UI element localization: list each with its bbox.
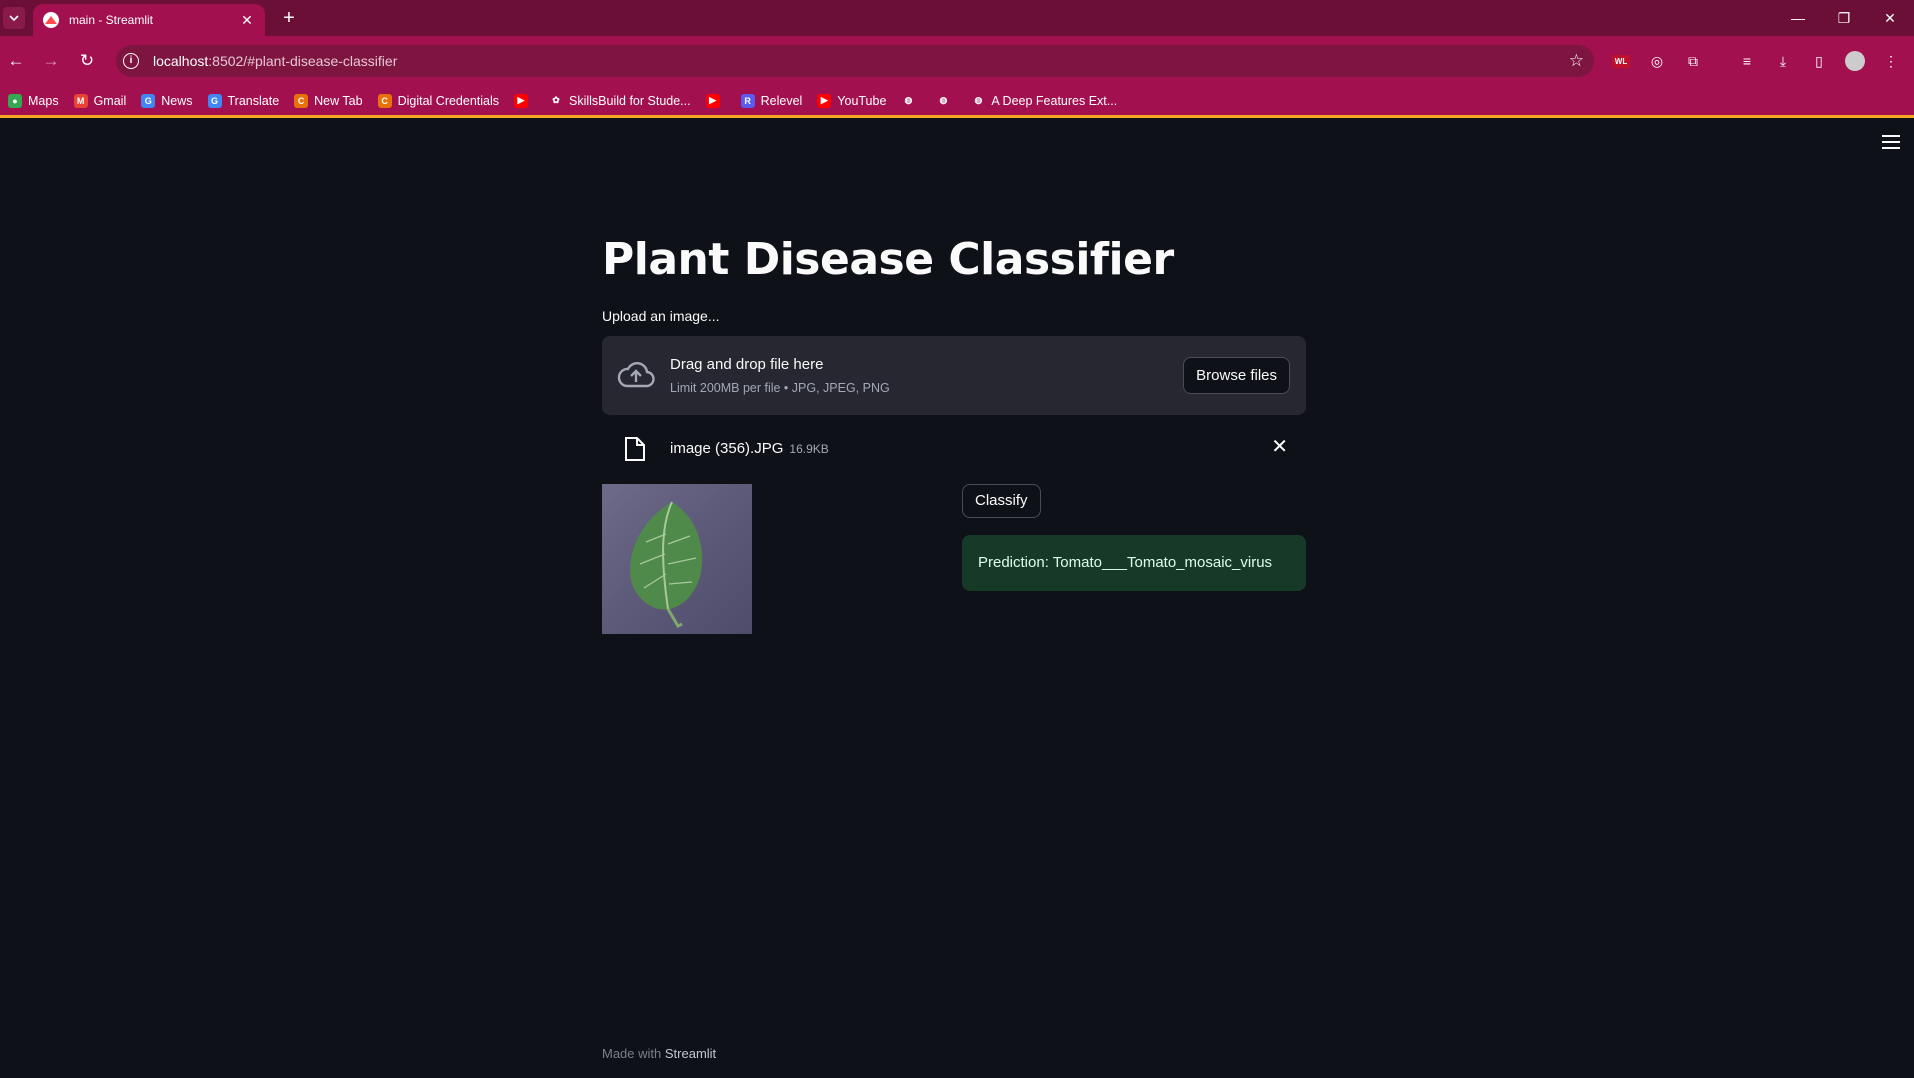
bookmarks-bar: ● Maps M Gmail G News G Translate C New Tab C Digit… [0, 86, 1914, 118]
bookmark-favicon-icon: C [377, 93, 392, 108]
minimize-icon[interactable]: — [1776, 4, 1820, 32]
window-close-icon[interactable]: ✕ [1868, 4, 1912, 32]
back-icon[interactable]: ← [3, 48, 29, 74]
extension-compass-icon[interactable]: ◎ [1644, 48, 1670, 74]
upload-label: Upload an image... [602, 308, 720, 324]
bookmark-item[interactable]: R Relevel [740, 93, 803, 108]
download-icon[interactable]: ⤓ [1770, 48, 1796, 74]
dropzone-title: Drag and drop file here [670, 356, 824, 373]
restore-icon[interactable]: ❐ [1822, 4, 1866, 32]
site-info-icon[interactable]: i [123, 53, 139, 69]
bookmark-label: Relevel [760, 93, 803, 108]
bookmark-item[interactable]: ◍ [936, 94, 956, 108]
bookmark-favicon-icon: ◍ [904, 95, 913, 105]
bookmark-item[interactable]: ◍ A Deep Features Ext... [971, 94, 1117, 108]
url-text: localhost:8502/#plant-disease-classifier [153, 53, 398, 69]
bookmark-star-icon[interactable]: ☆ [1569, 51, 1584, 71]
bookmark-favicon-icon: G [141, 93, 156, 108]
file-name: image (356).JPG 16.9KB [670, 440, 829, 457]
bookmark-favicon-icon: ▶ [817, 93, 832, 108]
browser-menu-icon[interactable]: ⋮ [1878, 48, 1904, 74]
extension-icon[interactable]: WL [1608, 48, 1634, 74]
bookmark-item[interactable]: ◍ [901, 94, 921, 108]
bookmark-label: YouTube [837, 93, 887, 108]
bookmark-item[interactable]: G Translate [207, 93, 280, 108]
bookmark-favicon-icon: ▶ [514, 93, 529, 108]
streamlit-app: Plant Disease Classifier Upload an image… [0, 121, 1914, 1078]
file-size: 16.9KB [789, 442, 829, 456]
footer: Made with Streamlit [602, 1046, 717, 1061]
profile-avatar[interactable] [1842, 48, 1868, 74]
bookmark-item[interactable]: M Gmail [73, 93, 127, 108]
bookmark-label: Maps [28, 93, 59, 108]
file-icon [625, 437, 645, 461]
bookmark-label: Gmail [93, 93, 127, 108]
uploaded-file-row: image (356).JPG 16.9KB ✕ [602, 426, 1306, 476]
bookmark-item[interactable]: C Digital Credentials [377, 93, 500, 108]
bookmark-label: Digital Credentials [397, 93, 500, 108]
browse-files-button[interactable]: Browse files [1183, 357, 1290, 394]
bookmark-favicon-icon: G [207, 93, 222, 108]
reload-icon[interactable]: ↻ [74, 48, 100, 74]
side-panel-icon[interactable]: ▯ [1806, 48, 1832, 74]
bookmark-label: A Deep Features Ext... [991, 93, 1118, 108]
bookmark-item[interactable]: ✿ SkillsBuild for Stude... [549, 93, 691, 108]
bookmark-label: SkillsBuild for Stude... [569, 93, 691, 108]
uploaded-image-preview [602, 484, 752, 634]
bookmark-label: Translate [227, 93, 280, 108]
chevron-down-icon [9, 15, 19, 22]
browser-tab-active[interactable]: main - Streamlit ✕ [33, 4, 265, 36]
prediction-success-alert: Prediction: Tomato___Tomato_mosaic_virus [962, 535, 1306, 591]
bookmark-item[interactable]: ● Maps [8, 93, 59, 108]
bookmark-item[interactable]: ▶ [705, 93, 726, 108]
new-tab-button[interactable]: + [276, 5, 302, 31]
bookmark-item[interactable]: C New Tab [294, 93, 363, 108]
bookmark-favicon-icon: ✿ [552, 95, 560, 105]
bookmark-favicon-icon: M [73, 93, 88, 108]
page-title: Plant Disease Classifier [602, 234, 1174, 285]
file-dropzone[interactable]: Drag and drop file here Limit 200MB per … [602, 336, 1306, 415]
bookmark-item[interactable]: ▶ [514, 93, 534, 108]
remove-file-icon[interactable]: ✕ [1271, 437, 1288, 457]
tab-close-icon[interactable]: ✕ [239, 12, 255, 29]
streamlit-favicon-icon [43, 12, 59, 28]
extensions-puzzle-icon[interactable]: ⧉ [1680, 48, 1706, 74]
bookmark-label: New Tab [314, 93, 363, 108]
tab-search-button[interactable] [3, 7, 25, 29]
bookmark-favicon-icon: C [294, 93, 309, 108]
browser-tab-strip: main - Streamlit ✕ + — ❐ ✕ [0, 0, 1914, 36]
tab-title: main - Streamlit [69, 13, 154, 27]
address-bar[interactable]: i localhost:8502/#plant-disease-classifi… [116, 45, 1594, 77]
bookmark-favicon-icon: ◍ [974, 95, 983, 105]
bookmark-item[interactable]: G News [141, 93, 193, 108]
browser-toolbar: ← → ↻ i localhost:8502/#plant-disease-cl… [0, 36, 1914, 86]
media-controls-icon[interactable]: ≡ [1734, 48, 1760, 74]
dropzone-limits: Limit 200MB per file • JPG, JPEG, PNG [670, 381, 890, 395]
cloud-upload-icon [617, 362, 655, 388]
leaf-image [630, 501, 703, 628]
bookmark-favicon-icon: ◍ [939, 95, 948, 105]
bookmark-label: News [161, 93, 193, 108]
forward-icon[interactable]: → [38, 48, 64, 74]
main-menu-icon[interactable] [1882, 135, 1900, 149]
bookmark-favicon-icon: R [740, 93, 755, 108]
bookmark-favicon-icon: ● [8, 93, 22, 108]
bookmark-favicon-icon: ▶ [705, 93, 720, 108]
classify-button[interactable]: Classify [962, 484, 1041, 518]
streamlit-link[interactable]: Streamlit [665, 1046, 716, 1061]
bookmark-item[interactable]: ▶ YouTube [817, 93, 887, 108]
